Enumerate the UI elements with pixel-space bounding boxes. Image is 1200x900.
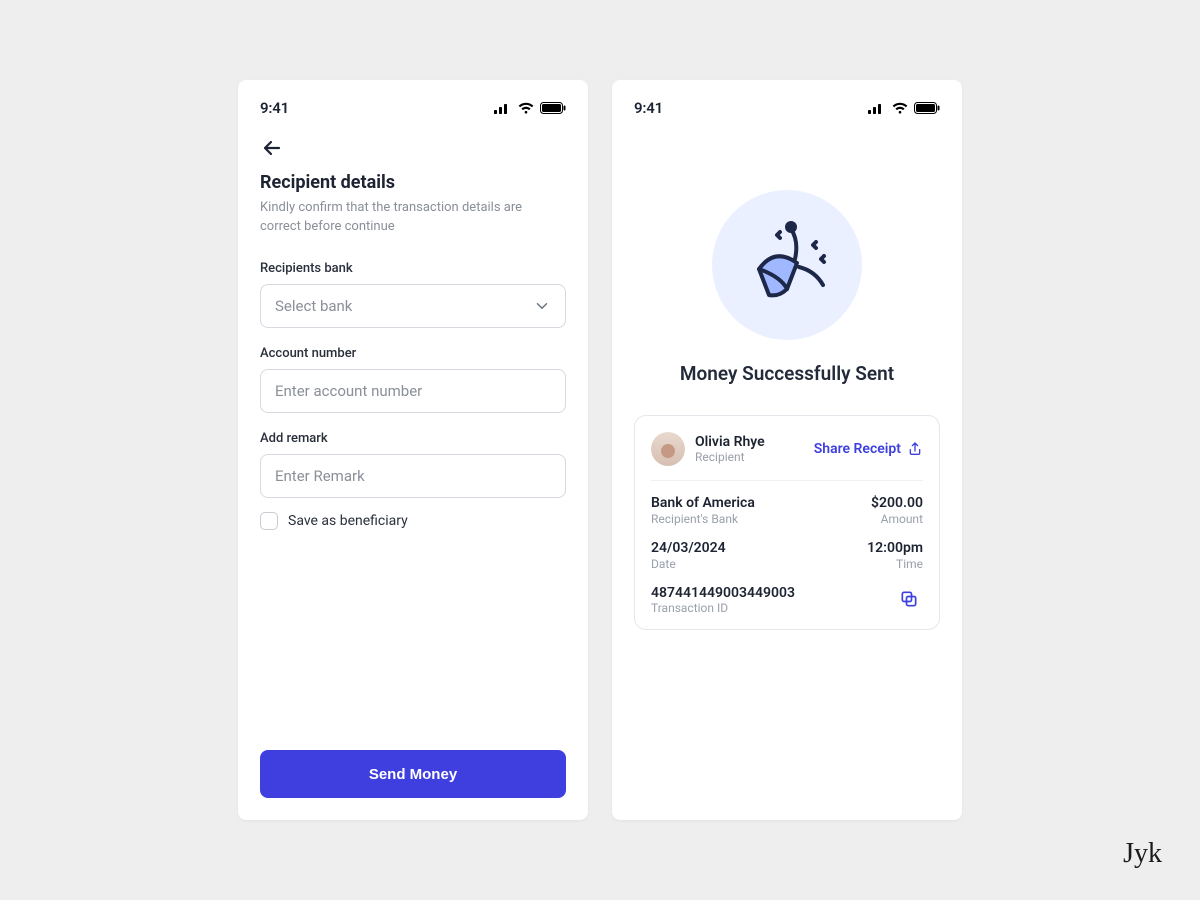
row-transaction-id: 487441449003449003 Transaction ID	[651, 585, 923, 616]
hero-circle	[712, 190, 862, 340]
checkbox-save-beneficiary[interactable]	[260, 512, 278, 530]
row-bank-amount: Bank of America Recipient's Bank $200.00…	[651, 495, 923, 526]
amount-value: $200.00	[871, 495, 923, 512]
copy-icon	[899, 589, 919, 609]
share-label: Share Receipt	[814, 441, 901, 457]
bank-value: Bank of America	[651, 495, 755, 512]
status-time: 9:41	[634, 99, 663, 117]
label-remark: Add remark	[260, 431, 566, 446]
time-value: 12:00pm	[867, 540, 923, 557]
share-receipt-button[interactable]: Share Receipt	[814, 441, 923, 457]
row-date-time: 24/03/2024 Date 12:00pm Time	[651, 540, 923, 571]
txn-key: Transaction ID	[651, 601, 795, 615]
select-recipients-bank[interactable]: Select bank	[260, 284, 566, 328]
back-button[interactable]	[260, 136, 284, 160]
save-beneficiary-row: Save as beneficiary	[260, 512, 566, 530]
signature: Jyk	[1123, 838, 1162, 870]
copy-txn-button[interactable]	[895, 585, 923, 613]
recipient-role: Recipient	[695, 450, 765, 464]
status-indicators	[868, 102, 940, 114]
label-recipients-bank: Recipients bank	[260, 261, 566, 276]
cellular-icon	[868, 102, 886, 114]
input-remark[interactable]: Enter Remark	[260, 454, 566, 498]
status-bar: 9:41	[634, 98, 940, 118]
cellular-icon	[494, 102, 512, 114]
phone-recipient-details: 9:41 Recipient details Kindly confirm th…	[238, 80, 588, 820]
input-account-number[interactable]: Enter account number	[260, 369, 566, 413]
wifi-icon	[892, 102, 908, 114]
recipient-block: Olivia Rhye Recipient	[651, 432, 765, 466]
input-placeholder: Enter Remark	[275, 467, 365, 485]
label-account-number: Account number	[260, 346, 566, 361]
page-subtitle: Kindly confirm that the transaction deta…	[260, 199, 566, 237]
field-group-account: Account number Enter account number	[260, 346, 566, 413]
battery-icon	[914, 102, 940, 114]
button-label: Send Money	[369, 766, 457, 783]
amount-key: Amount	[871, 512, 923, 526]
status-bar: 9:41	[260, 98, 566, 118]
page-title: Recipient details	[260, 172, 566, 193]
bank-key: Recipient's Bank	[651, 512, 755, 526]
share-icon	[907, 441, 923, 457]
input-placeholder: Enter account number	[275, 382, 422, 400]
date-value: 24/03/2024	[651, 540, 726, 557]
field-group-bank: Recipients bank Select bank	[260, 261, 566, 328]
send-money-button[interactable]: Send Money	[260, 750, 566, 798]
party-popper-icon	[737, 215, 837, 315]
phone-success-receipt: 9:41	[612, 80, 962, 820]
txn-value: 487441449003449003	[651, 585, 795, 602]
wifi-icon	[518, 102, 534, 114]
label-save-beneficiary: Save as beneficiary	[288, 513, 408, 529]
status-time: 9:41	[260, 99, 289, 117]
battery-icon	[540, 102, 566, 114]
success-title: Money Successfully Sent	[680, 362, 894, 385]
recipient-name: Olivia Rhye	[695, 434, 765, 450]
receipt-card: Olivia Rhye Recipient Share Receipt Bank…	[634, 415, 940, 630]
chevron-down-icon	[533, 297, 551, 315]
arrow-left-icon	[260, 136, 284, 160]
field-group-remark: Add remark Enter Remark	[260, 431, 566, 498]
avatar	[651, 432, 685, 466]
date-key: Date	[651, 557, 726, 571]
success-hero: Money Successfully Sent	[634, 190, 940, 385]
status-indicators	[494, 102, 566, 114]
select-placeholder: Select bank	[275, 297, 352, 315]
time-key: Time	[867, 557, 923, 571]
